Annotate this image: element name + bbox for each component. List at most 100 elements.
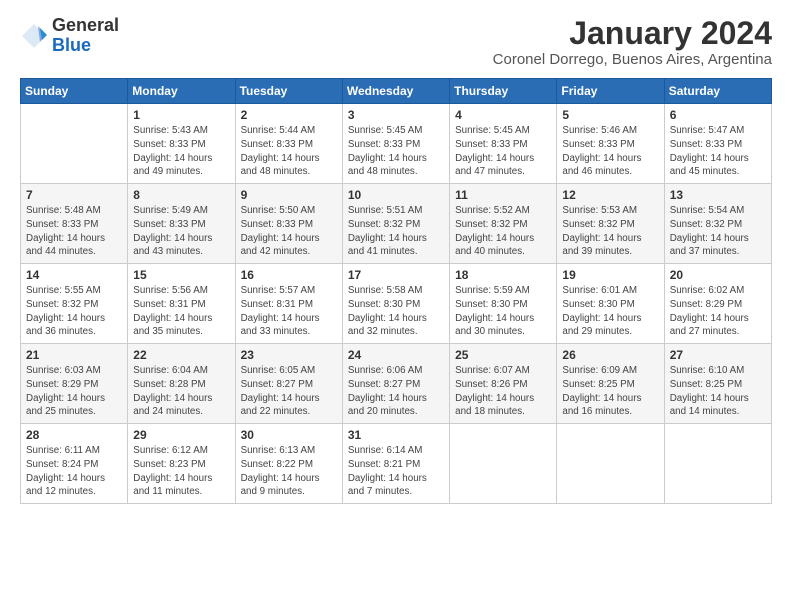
day-info: Sunrise: 6:10 AMSunset: 8:25 PMDaylight:… bbox=[670, 364, 766, 419]
day-info: Sunrise: 5:53 AMSunset: 8:32 PMDaylight:… bbox=[562, 204, 658, 259]
calendar-cell: 16Sunrise: 5:57 AMSunset: 8:31 PMDayligh… bbox=[235, 264, 342, 344]
day-info: Sunrise: 6:06 AMSunset: 8:27 PMDaylight:… bbox=[348, 364, 444, 419]
calendar-cell bbox=[557, 424, 664, 504]
calendar-cell: 28 Sunrise: 6:11 AMSunset: 8:24 PMDayligh… bbox=[21, 424, 128, 504]
calendar-cell: 29 Sunrise: 6:12 AMSunset: 8:23 PMDayligh… bbox=[128, 424, 235, 504]
day-info: Sunrise: 6:03 AMSunset: 8:29 PMDaylight:… bbox=[26, 364, 122, 419]
day-info: Sunrise: 5:43 AMSunset: 8:33 PMDaylight:… bbox=[133, 124, 229, 179]
day-number: 11 bbox=[455, 188, 551, 202]
calendar-cell: 22Sunrise: 6:04 AMSunset: 8:28 PMDayligh… bbox=[128, 344, 235, 424]
title-block: January 2024 Coronel Dorrego, Buenos Air… bbox=[493, 16, 772, 68]
day-number: 28 bbox=[26, 428, 122, 442]
week-row-4: 21 Sunrise: 6:03 AMSunset: 8:29 PMDayligh… bbox=[21, 344, 772, 424]
calendar-cell: 27 Sunrise: 6:10 AMSunset: 8:25 PMDayligh… bbox=[664, 344, 771, 424]
calendar-cell: 23Sunrise: 6:05 AMSunset: 8:27 PMDayligh… bbox=[235, 344, 342, 424]
calendar-cell: 31 Sunrise: 6:14 AMSunset: 8:21 PMDayligh… bbox=[342, 424, 449, 504]
day-info: Sunrise: 5:56 AMSunset: 8:31 PMDaylight:… bbox=[133, 284, 229, 339]
day-info: Sunrise: 5:49 AMSunset: 8:33 PMDaylight:… bbox=[133, 204, 229, 259]
day-number: 7 bbox=[26, 188, 122, 202]
day-number: 18 bbox=[455, 268, 551, 282]
calendar-cell: 2 Sunrise: 5:44 AMSunset: 8:33 PMDaylight… bbox=[235, 104, 342, 184]
calendar-cell: 25 Sunrise: 6:07 AMSunset: 8:26 PMDayligh… bbox=[450, 344, 557, 424]
calendar-cell: 3Sunrise: 5:45 AMSunset: 8:33 PMDaylight… bbox=[342, 104, 449, 184]
calendar-cell: 17 Sunrise: 5:58 AMSunset: 8:30 PMDayligh… bbox=[342, 264, 449, 344]
week-row-1: 1 Sunrise: 5:43 AMSunset: 8:33 PMDaylight… bbox=[21, 104, 772, 184]
col-header-thursday: Thursday bbox=[450, 79, 557, 104]
day-number: 3 bbox=[348, 108, 444, 122]
day-number: 9 bbox=[241, 188, 337, 202]
page: General Blue January 2024 Coronel Dorreg… bbox=[0, 0, 792, 612]
day-number: 19 bbox=[562, 268, 658, 282]
day-info: Sunrise: 5:50 AMSunset: 8:33 PMDaylight:… bbox=[241, 204, 337, 259]
day-info: Sunrise: 5:55 AMSunset: 8:32 PMDaylight:… bbox=[26, 284, 122, 339]
day-number: 5 bbox=[562, 108, 658, 122]
calendar-cell: 13Sunrise: 5:54 AMSunset: 8:32 PMDayligh… bbox=[664, 184, 771, 264]
calendar-cell: 5 Sunrise: 5:46 AMSunset: 8:33 PMDaylight… bbox=[557, 104, 664, 184]
day-number: 13 bbox=[670, 188, 766, 202]
day-number: 1 bbox=[133, 108, 229, 122]
day-number: 29 bbox=[133, 428, 229, 442]
calendar-table: SundayMondayTuesdayWednesdayThursdayFrid… bbox=[20, 78, 772, 504]
day-number: 26 bbox=[562, 348, 658, 362]
day-number: 8 bbox=[133, 188, 229, 202]
day-number: 31 bbox=[348, 428, 444, 442]
day-info: Sunrise: 5:58 AMSunset: 8:30 PMDaylight:… bbox=[348, 284, 444, 339]
calendar-cell: 26 Sunrise: 6:09 AMSunset: 8:25 PMDayligh… bbox=[557, 344, 664, 424]
day-number: 21 bbox=[26, 348, 122, 362]
calendar-cell: 9 Sunrise: 5:50 AMSunset: 8:33 PMDaylight… bbox=[235, 184, 342, 264]
day-info: Sunrise: 5:44 AMSunset: 8:33 PMDaylight:… bbox=[241, 124, 337, 179]
calendar-cell: 10 Sunrise: 5:51 AMSunset: 8:32 PMDayligh… bbox=[342, 184, 449, 264]
calendar-cell: 30 Sunrise: 6:13 AMSunset: 8:22 PMDayligh… bbox=[235, 424, 342, 504]
day-number: 27 bbox=[670, 348, 766, 362]
main-title: January 2024 bbox=[493, 16, 772, 51]
day-number: 22 bbox=[133, 348, 229, 362]
day-info: Sunrise: 5:57 AMSunset: 8:31 PMDaylight:… bbox=[241, 284, 337, 339]
calendar-cell: 18 Sunrise: 5:59 AMSunset: 8:30 PMDayligh… bbox=[450, 264, 557, 344]
day-number: 2 bbox=[241, 108, 337, 122]
day-info: Sunrise: 6:14 AMSunset: 8:21 PMDaylight:… bbox=[348, 444, 444, 499]
day-number: 10 bbox=[348, 188, 444, 202]
logo-text: General Blue bbox=[52, 16, 119, 56]
logo-blue: Blue bbox=[52, 36, 119, 56]
col-header-saturday: Saturday bbox=[664, 79, 771, 104]
week-row-5: 28 Sunrise: 6:11 AMSunset: 8:24 PMDayligh… bbox=[21, 424, 772, 504]
day-number: 30 bbox=[241, 428, 337, 442]
subtitle: Coronel Dorrego, Buenos Aires, Argentina bbox=[493, 51, 772, 68]
calendar-cell bbox=[21, 104, 128, 184]
day-info: Sunrise: 6:13 AMSunset: 8:22 PMDaylight:… bbox=[241, 444, 337, 499]
day-info: Sunrise: 5:59 AMSunset: 8:30 PMDaylight:… bbox=[455, 284, 551, 339]
col-header-sunday: Sunday bbox=[21, 79, 128, 104]
day-number: 25 bbox=[455, 348, 551, 362]
calendar-cell: 20Sunrise: 6:02 AMSunset: 8:29 PMDayligh… bbox=[664, 264, 771, 344]
day-info: Sunrise: 6:01 AMSunset: 8:30 PMDaylight:… bbox=[562, 284, 658, 339]
calendar-cell: 12 Sunrise: 5:53 AMSunset: 8:32 PMDayligh… bbox=[557, 184, 664, 264]
day-info: Sunrise: 5:52 AMSunset: 8:32 PMDaylight:… bbox=[455, 204, 551, 259]
day-info: Sunrise: 6:05 AMSunset: 8:27 PMDaylight:… bbox=[241, 364, 337, 419]
day-info: Sunrise: 6:07 AMSunset: 8:26 PMDaylight:… bbox=[455, 364, 551, 419]
day-info: Sunrise: 6:12 AMSunset: 8:23 PMDaylight:… bbox=[133, 444, 229, 499]
col-header-wednesday: Wednesday bbox=[342, 79, 449, 104]
calendar-cell: 8 Sunrise: 5:49 AMSunset: 8:33 PMDaylight… bbox=[128, 184, 235, 264]
day-info: Sunrise: 6:11 AMSunset: 8:24 PMDaylight:… bbox=[26, 444, 122, 499]
logo: General Blue bbox=[20, 16, 119, 56]
calendar-cell bbox=[450, 424, 557, 504]
day-number: 6 bbox=[670, 108, 766, 122]
day-info: Sunrise: 5:47 AMSunset: 8:33 PMDaylight:… bbox=[670, 124, 766, 179]
week-row-3: 14 Sunrise: 5:55 AMSunset: 8:32 PMDayligh… bbox=[21, 264, 772, 344]
week-row-2: 7Sunrise: 5:48 AMSunset: 8:33 PMDaylight… bbox=[21, 184, 772, 264]
day-number: 17 bbox=[348, 268, 444, 282]
day-number: 14 bbox=[26, 268, 122, 282]
calendar-cell bbox=[664, 424, 771, 504]
day-number: 12 bbox=[562, 188, 658, 202]
logo-general: General bbox=[52, 16, 119, 36]
col-header-monday: Monday bbox=[128, 79, 235, 104]
calendar-cell: 6 Sunrise: 5:47 AMSunset: 8:33 PMDaylight… bbox=[664, 104, 771, 184]
calendar-cell: 21 Sunrise: 6:03 AMSunset: 8:29 PMDayligh… bbox=[21, 344, 128, 424]
day-info: Sunrise: 5:51 AMSunset: 8:32 PMDaylight:… bbox=[348, 204, 444, 259]
calendar-cell: 19 Sunrise: 6:01 AMSunset: 8:30 PMDayligh… bbox=[557, 264, 664, 344]
day-info: Sunrise: 5:46 AMSunset: 8:33 PMDaylight:… bbox=[562, 124, 658, 179]
header: General Blue January 2024 Coronel Dorreg… bbox=[20, 16, 772, 68]
day-number: 15 bbox=[133, 268, 229, 282]
day-info: Sunrise: 6:09 AMSunset: 8:25 PMDaylight:… bbox=[562, 364, 658, 419]
calendar-cell: 4Sunrise: 5:45 AMSunset: 8:33 PMDaylight… bbox=[450, 104, 557, 184]
